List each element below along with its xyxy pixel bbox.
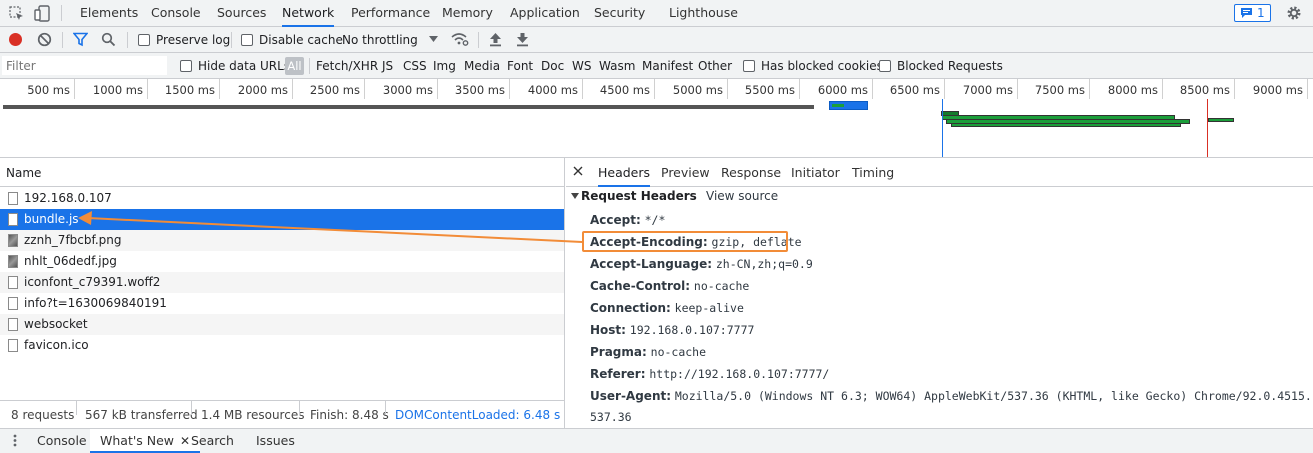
more-tools-kebab-icon[interactable] — [13, 434, 17, 447]
annotation-arrow — [78, 211, 583, 243]
drawer-tab-search[interactable]: Search — [191, 429, 234, 453]
bottom-drawer-tabbar: Console What's New ✕ Search Issues — [0, 428, 1313, 453]
close-icon[interactable]: ✕ — [180, 434, 190, 448]
drawer-tab-whats-new[interactable]: What's New ✕ — [90, 429, 201, 453]
drawer-tab-whats-new-label: What's New — [100, 433, 175, 448]
drawer-tab-console[interactable]: Console — [37, 429, 87, 453]
drawer-tab-issues[interactable]: Issues — [256, 429, 295, 453]
